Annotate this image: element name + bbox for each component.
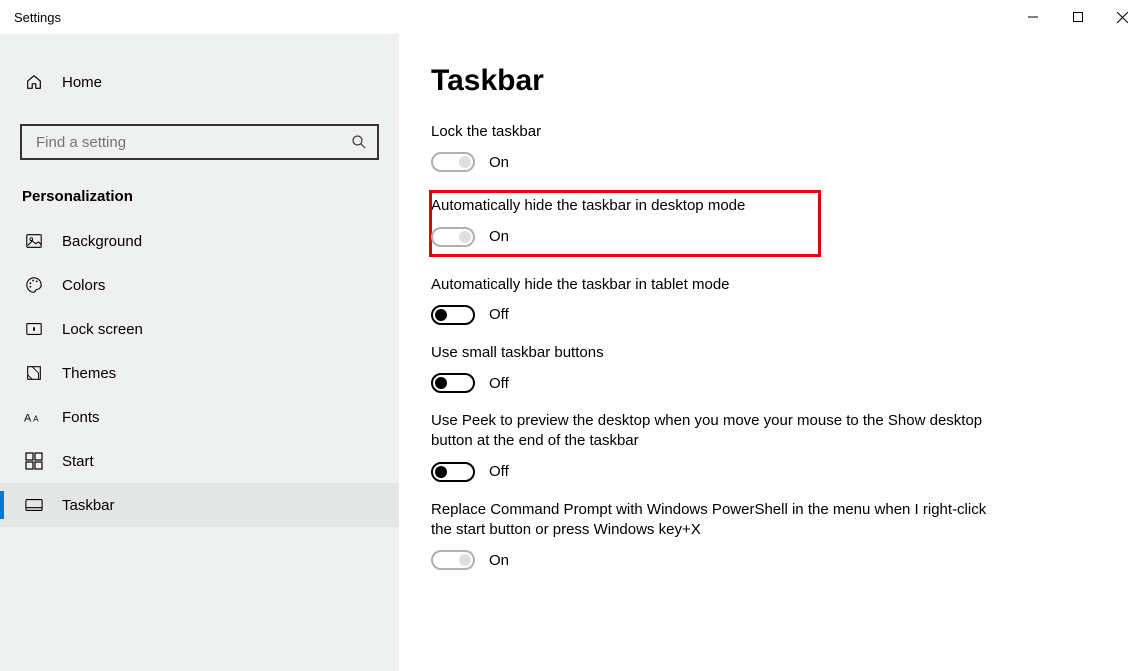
toggle-row: On: [431, 227, 811, 247]
maximize-button[interactable]: [1055, 1, 1100, 33]
page-title: Taskbar: [431, 64, 1103, 98]
toggle-state: Off: [489, 306, 509, 323]
toggle-autohide-desktop[interactable]: [431, 227, 475, 247]
close-icon: [1117, 12, 1128, 23]
toggle-lock-taskbar[interactable]: [431, 152, 475, 172]
setting-small-buttons: Use small taskbar buttons Off: [431, 343, 991, 393]
maximize-icon: [1073, 12, 1083, 22]
setting-label: Automatically hide the taskbar in tablet…: [431, 275, 991, 295]
palette-icon: [24, 275, 44, 295]
setting-label: Use Peek to preview the desktop when you…: [431, 411, 991, 452]
sidebar-item-colors[interactable]: Colors: [0, 263, 399, 307]
setting-label: Replace Command Prompt with Windows Powe…: [431, 500, 991, 541]
setting-label: Use small taskbar buttons: [431, 343, 991, 363]
minimize-icon: [1028, 12, 1038, 22]
picture-icon: [24, 231, 44, 251]
start-icon: [24, 451, 44, 471]
sidebar-section-title: Personalization: [0, 178, 399, 219]
setting-autohide-desktop: Automatically hide the taskbar in deskto…: [429, 190, 821, 256]
lockscreen-icon: [24, 319, 44, 339]
window-controls: [1010, 1, 1145, 33]
toggle-peek-preview[interactable]: [431, 462, 475, 482]
toggle-autohide-tablet[interactable]: [431, 305, 475, 325]
home-icon: [24, 72, 44, 92]
sidebar-item-label: Themes: [62, 365, 116, 382]
sidebar-item-label: Background: [62, 233, 142, 250]
sidebar-item-background[interactable]: Background: [0, 219, 399, 263]
sidebar: Home Personalization Background: [0, 34, 399, 671]
toggle-row: Off: [431, 462, 991, 482]
sidebar-item-label: Colors: [62, 277, 105, 294]
settings-window: Settings Home: [0, 0, 1145, 671]
sidebar-item-start[interactable]: Start: [0, 439, 399, 483]
svg-text:A: A: [24, 413, 32, 425]
home-nav[interactable]: Home: [0, 66, 399, 98]
sidebar-nav: Background Colors Lock screen: [0, 219, 399, 527]
sidebar-item-taskbar[interactable]: Taskbar: [0, 483, 399, 527]
toggle-state: Off: [489, 375, 509, 392]
toggle-row: On: [431, 550, 991, 570]
toggle-small-buttons[interactable]: [431, 373, 475, 393]
search-icon: [351, 134, 367, 150]
toggle-row: Off: [431, 373, 991, 393]
setting-autohide-tablet: Automatically hide the taskbar in tablet…: [431, 275, 991, 325]
svg-text:A: A: [33, 415, 39, 424]
sidebar-item-lockscreen[interactable]: Lock screen: [0, 307, 399, 351]
main-panel: Taskbar Lock the taskbar On Automaticall…: [399, 34, 1145, 671]
setting-lock-taskbar: Lock the taskbar On: [431, 122, 991, 172]
taskbar-icon: [24, 495, 44, 515]
toggle-row: Off: [431, 305, 991, 325]
toggle-replace-cmd[interactable]: [431, 550, 475, 570]
minimize-button[interactable]: [1010, 1, 1055, 33]
sidebar-item-themes[interactable]: Themes: [0, 351, 399, 395]
sidebar-item-label: Lock screen: [62, 321, 143, 338]
sidebar-item-fonts[interactable]: AA Fonts: [0, 395, 399, 439]
setting-replace-cmd: Replace Command Prompt with Windows Powe…: [431, 500, 991, 571]
search-box[interactable]: [20, 124, 379, 160]
toggle-row: On: [431, 152, 991, 172]
setting-peek-preview: Use Peek to preview the desktop when you…: [431, 411, 991, 482]
toggle-state: On: [489, 228, 509, 245]
home-label: Home: [62, 74, 102, 91]
close-button[interactable]: [1100, 1, 1145, 33]
toggle-state: On: [489, 154, 509, 171]
toggle-state: Off: [489, 463, 509, 480]
window-title: Settings: [0, 10, 61, 25]
content-area: Home Personalization Background: [0, 34, 1145, 671]
setting-label: Lock the taskbar: [431, 122, 991, 142]
setting-label: Automatically hide the taskbar in deskto…: [431, 196, 811, 216]
toggle-state: On: [489, 552, 509, 569]
themes-icon: [24, 363, 44, 383]
sidebar-item-label: Fonts: [62, 409, 100, 426]
titlebar: Settings: [0, 0, 1145, 34]
fonts-icon: AA: [24, 407, 44, 427]
sidebar-item-label: Taskbar: [62, 497, 115, 514]
sidebar-item-label: Start: [62, 453, 94, 470]
search-input[interactable]: [34, 133, 351, 152]
